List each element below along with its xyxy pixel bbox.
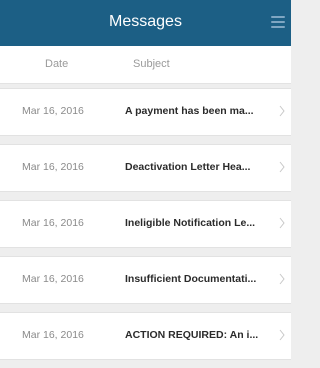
message-row[interactable]: Mar 16, 2016 Deactivation Letter Hea... <box>0 144 291 192</box>
message-subject: ACTION REQUIRED: An i... <box>125 329 259 341</box>
page-title: Messages <box>109 13 182 30</box>
column-header-subject[interactable]: Subject <box>133 58 170 70</box>
message-subject: A payment has been ma... <box>125 105 254 117</box>
message-subject: Insufficient Documentati... <box>125 273 257 285</box>
chevron-right-icon <box>279 273 285 285</box>
chevron-right-icon <box>279 217 285 229</box>
message-date: Mar 16, 2016 <box>22 273 84 285</box>
message-date: Mar 16, 2016 <box>22 105 84 117</box>
message-date: Mar 16, 2016 <box>22 217 84 229</box>
chevron-right-icon <box>279 161 285 173</box>
message-row[interactable]: Mar 16, 2016 ACTION REQUIRED: An i... <box>0 312 291 360</box>
message-row[interactable]: Mar 16, 2016 A payment has been ma... <box>0 88 291 136</box>
message-list: Mar 16, 2016 A payment has been ma... Ma… <box>0 88 291 368</box>
chevron-right-icon <box>279 105 285 117</box>
message-row[interactable]: Mar 16, 2016 Ineligible Notification Le.… <box>0 200 291 248</box>
hamburger-menu-icon[interactable] <box>271 16 285 28</box>
message-date: Mar 16, 2016 <box>22 329 84 341</box>
message-subject: Ineligible Notification Le... <box>125 217 256 229</box>
message-date: Mar 16, 2016 <box>22 161 84 173</box>
message-subject: Deactivation Letter Hea... <box>125 161 251 173</box>
column-header-row: Date Subject <box>0 46 291 84</box>
chevron-right-icon <box>279 329 285 341</box>
column-header-date[interactable]: Date <box>45 58 68 70</box>
message-row[interactable]: Mar 16, 2016 Insufficient Documentati... <box>0 256 291 304</box>
app-header: Messages <box>0 0 291 46</box>
